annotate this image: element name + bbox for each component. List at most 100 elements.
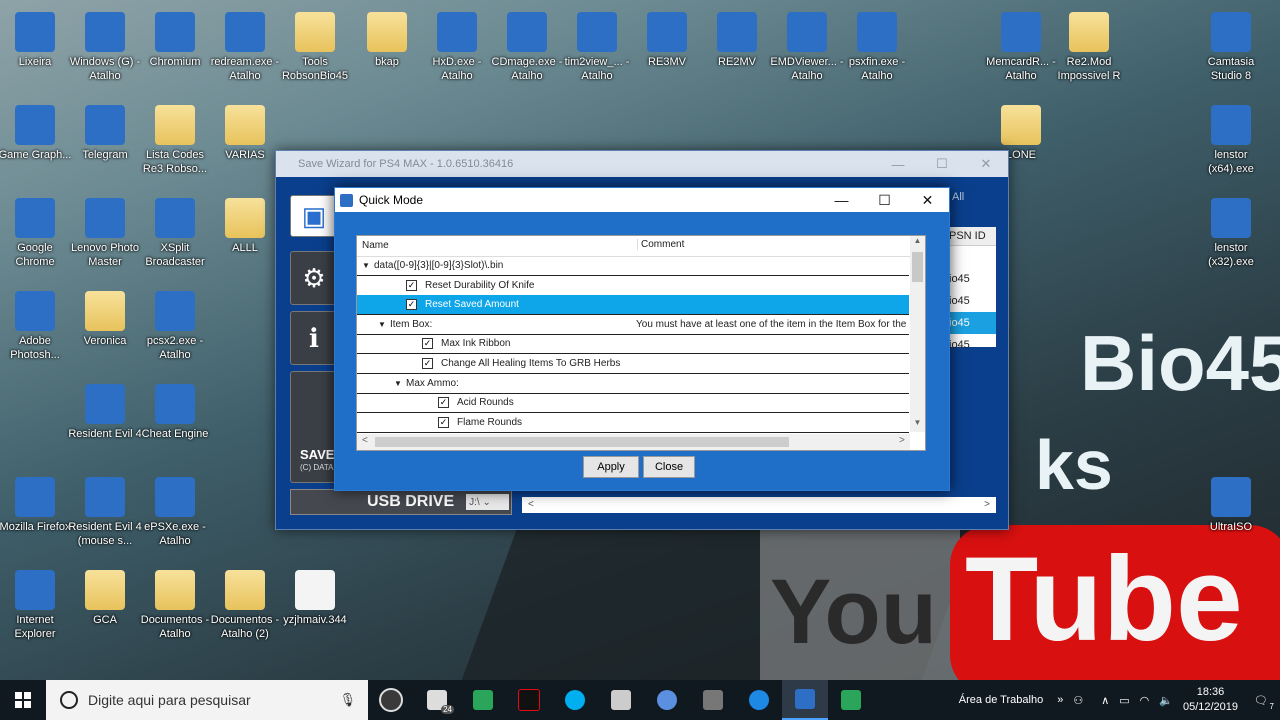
desktop-icon[interactable]: Cheat Engine	[137, 384, 213, 441]
psn-list[interactable]: PSN ID io45 io45 io45 io45	[946, 227, 996, 351]
desktop-icon[interactable]: tim2view_... - Atalho	[559, 12, 635, 83]
chevron-up-icon[interactable]: ∧	[1101, 694, 1109, 707]
desktop-icon[interactable]: Re2.Mod Impossivel R	[1051, 12, 1127, 83]
desktop-icon[interactable]: RE3MV	[629, 12, 705, 69]
psn-row[interactable]	[946, 246, 996, 268]
scroll-right-icon[interactable]: >	[899, 435, 905, 446]
desktop-icon[interactable]: Resident Evil 4 (mouse s...	[67, 477, 143, 548]
desktop-icon[interactable]: Adobe Photosh...	[0, 291, 73, 362]
tree-row[interactable]: ✓ Change All Healing Items To GRB Herbs	[357, 354, 909, 374]
checkbox[interactable]: ✓	[422, 338, 433, 350]
tree-row[interactable]: ▼ data([0-9]{3}|[0-9]{3}Slot)\.bin	[357, 256, 909, 276]
notification-icon[interactable]: 🗨 7	[1254, 694, 1274, 711]
tree-row[interactable]: ✓ Reset Saved Amount	[357, 295, 909, 316]
all-link[interactable]: All	[952, 191, 964, 203]
maximize-button[interactable]: ☐	[920, 151, 964, 177]
desktop-icon[interactable]: Documentos - Atalho (2)	[207, 570, 283, 641]
tree-row[interactable]: ▼ Item Box: You must have at least one of …	[357, 315, 909, 335]
scroll-thumb[interactable]	[375, 437, 789, 447]
taskbar-app-camtasia2[interactable]	[828, 680, 874, 720]
taskbar-app-calculator[interactable]	[598, 680, 644, 720]
desktop-icon[interactable]: Chromium	[137, 12, 213, 69]
cheat-tree[interactable]: Name Comment ▼ data([0-9]{3}|[0-9]{3}Slot…	[356, 235, 926, 451]
desktop-icon[interactable]: HxD.exe - Atalho	[419, 12, 495, 83]
desktop-icon[interactable]: GCA	[67, 570, 143, 627]
desktop-icon[interactable]: Documentos - Atalho	[137, 570, 213, 641]
desktop-icon[interactable]: yzjhmaiv.344	[277, 570, 353, 627]
desktop-icon[interactable]: MemcardR... - Atalho	[983, 12, 1059, 83]
psn-row[interactable]: io45	[946, 312, 996, 334]
horizontal-scrollbar[interactable]: < >	[357, 434, 910, 450]
desktop-icon[interactable]: Telegram	[67, 105, 143, 162]
clock[interactable]: 18:36 05/12/2019	[1183, 685, 1238, 715]
desktop-icon[interactable]: Lenovo Photo Master	[67, 198, 143, 269]
volume-icon[interactable]: 🔈	[1159, 694, 1173, 707]
column-comment[interactable]: Comment	[637, 239, 684, 250]
taskbar-app-skype[interactable]	[552, 680, 598, 720]
close-button[interactable]: ✕	[964, 151, 1008, 177]
desktop-icon[interactable]: lenstor (x64).exe	[1193, 105, 1269, 176]
taskbar-app-tool[interactable]	[690, 680, 736, 720]
checkbox[interactable]: ✓	[422, 358, 433, 369]
desktop-icon[interactable]: pcsx2.exe - Atalho	[137, 291, 213, 362]
desktop-icon[interactable]: Internet Explorer	[0, 570, 73, 641]
psn-row[interactable]: io45	[946, 268, 996, 290]
desktop-icon[interactable]: Game Graph...	[0, 105, 73, 162]
checkbox[interactable]: ✓	[406, 299, 417, 311]
tree-row[interactable]: ✓ Flame Rounds	[357, 413, 909, 433]
microphone-icon[interactable]: 🎙	[339, 692, 356, 708]
window-titlebar[interactable]: Save Wizard for PS4 MAX - 1.0.6510.36416…	[276, 151, 1008, 177]
desktop-icon[interactable]: redream.exe - Atalho	[207, 12, 283, 83]
dialog-titlebar[interactable]: Quick Mode — ☐ ✕	[335, 188, 949, 212]
desktop-icon[interactable]: Lixeira	[0, 12, 73, 69]
desktop-icon[interactable]: ePSXe.exe - Atalho	[137, 477, 213, 548]
close-button[interactable]: ✕	[906, 188, 949, 212]
desktop-toolbar-label[interactable]: Área de Trabalho	[959, 694, 1043, 706]
minimize-button[interactable]: —	[820, 188, 863, 212]
tree-row[interactable]: ✓ Acid Rounds	[357, 393, 909, 414]
scroll-down-icon[interactable]: ▼	[910, 418, 925, 432]
taskbar-app-obs[interactable]	[368, 680, 414, 720]
desktop-icon[interactable]: VARIAS	[207, 105, 283, 162]
wifi-icon[interactable]: ◠	[1140, 694, 1150, 707]
checkbox[interactable]: ✓	[438, 397, 449, 409]
desktop-icon[interactable]: lenstor (x32).exe	[1193, 198, 1269, 269]
tree-row[interactable]: ▼ Max Ammo:	[357, 374, 909, 394]
desktop-icon[interactable]: Google Chrome	[0, 198, 73, 269]
taskbar-app-edge[interactable]	[736, 680, 782, 720]
people-icon[interactable]: ⚇	[1073, 694, 1083, 707]
start-button[interactable]	[0, 680, 46, 720]
scroll-right-icon[interactable]: >	[984, 499, 990, 510]
desktop-icon[interactable]: Veronica	[67, 291, 143, 348]
desktop-icon[interactable]: ALLL	[207, 198, 283, 255]
psn-row[interactable]: io45	[946, 334, 996, 356]
scroll-thumb[interactable]	[912, 252, 923, 282]
desktop-icon[interactable]: RE2MV	[699, 12, 775, 69]
apply-button[interactable]: Apply	[583, 456, 639, 478]
desktop-icon[interactable]: bkap	[349, 12, 425, 69]
checkbox[interactable]: ✓	[438, 416, 449, 428]
taskbar-app-savewizard[interactable]	[782, 680, 828, 720]
minimize-button[interactable]: —	[876, 151, 920, 177]
psn-row[interactable]: io45	[946, 290, 996, 312]
column-name[interactable]: Name	[362, 240, 389, 251]
close-dialog-button[interactable]: Close	[643, 456, 695, 478]
desktop-icon[interactable]: Windows (G) - Atalho	[67, 12, 143, 83]
usb-drive-bar[interactable]: USB DRIVE J:\ ⌄	[290, 489, 512, 515]
taskbar-app-chromium[interactable]	[644, 680, 690, 720]
tree-row[interactable]: ✓ Reset Durability Of Knife	[357, 276, 909, 296]
desktop-icon[interactable]: Resident Evil 4	[67, 384, 143, 441]
taskbar-app-camtasia[interactable]	[460, 680, 506, 720]
desktop-icon[interactable]: psxfin.exe - Atalho	[839, 12, 915, 83]
tree-row[interactable]: ✓ Max Ink Ribbon	[357, 334, 909, 355]
desktop-icon[interactable]: Tools RobsonBio45	[277, 12, 353, 83]
desktop-icon[interactable]: Camtasia Studio 8	[1193, 12, 1269, 83]
taskbar-app-netflix[interactable]	[506, 680, 552, 720]
battery-icon[interactable]: ▭	[1119, 694, 1129, 707]
horizontal-scrollbar[interactable]: < >	[522, 497, 996, 513]
drive-select[interactable]: J:\ ⌄	[466, 494, 510, 510]
search-box[interactable]: Digite aqui para pesquisar 🎙	[46, 680, 368, 720]
taskbar-app-mail[interactable]: 24	[414, 680, 460, 720]
expand-icon[interactable]: ▼	[394, 374, 402, 393]
scroll-left-icon[interactable]: <	[362, 435, 368, 446]
